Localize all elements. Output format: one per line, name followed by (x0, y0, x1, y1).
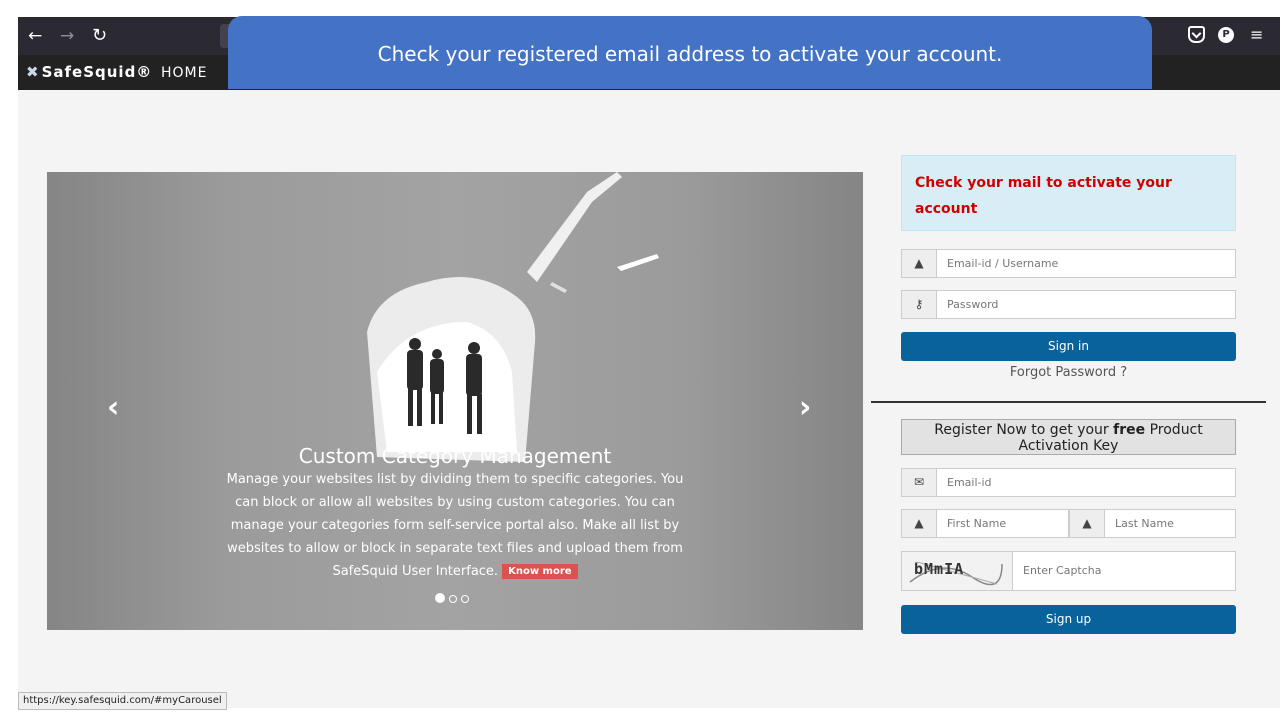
logo-text: SafeSquid® (41, 63, 153, 81)
carousel-dot-1[interactable] (435, 593, 445, 603)
captcha-text: bMmIA (914, 560, 965, 578)
forward-arrow-icon[interactable]: → (60, 26, 74, 46)
pocket-icon[interactable] (1188, 26, 1205, 43)
forgot-password-link[interactable]: Forgot Password ? (901, 365, 1236, 380)
carousel-next-icon[interactable]: › (799, 393, 811, 423)
register-heading: Register Now to get your free Product Ac… (901, 419, 1236, 455)
reload-icon[interactable]: ↻ (92, 26, 107, 46)
back-arrow-icon[interactable]: ← (28, 26, 42, 46)
signin-button[interactable]: Sign in (901, 332, 1236, 361)
password-placeholder: Password (947, 298, 999, 311)
logo-mark-icon: ✖ (26, 63, 40, 81)
user-icon: ▲ (902, 250, 937, 277)
carousel-indicators (435, 588, 473, 607)
first-name-placeholder: First Name (947, 517, 1007, 530)
key-icon: ⚷ (902, 291, 937, 318)
register-heading-bold: free (1113, 422, 1146, 438)
carousel-dot-3[interactable] (461, 595, 469, 603)
password-field[interactable]: ⚷ Password (901, 290, 1236, 319)
first-name-field[interactable]: ▲ First Name (901, 509, 1069, 538)
email-username-field[interactable]: ▲ Email-id / Username (901, 249, 1236, 278)
user-icon: ▲ (902, 510, 937, 537)
register-heading-pre: Register Now to get your (934, 422, 1114, 438)
carousel-dot-2[interactable] (449, 595, 457, 603)
nav-home-link[interactable]: HOME (161, 65, 207, 81)
captcha-image: bMmIA (902, 552, 1013, 590)
activation-alert: Check your mail to activate your account (901, 155, 1236, 231)
captcha-placeholder: Enter Captcha (1023, 564, 1102, 577)
status-bar-url: https://key.safesquid.com/#myCarousel (18, 692, 227, 710)
carousel-description: Manage your websites list by dividing th… (215, 468, 695, 583)
section-divider (871, 401, 1266, 403)
carousel-prev-icon[interactable]: ‹ (107, 393, 119, 423)
envelope-icon: ✉ (902, 469, 937, 496)
carousel-title: Custom Category Management (298, 444, 612, 468)
email-username-placeholder: Email-id / Username (947, 257, 1059, 270)
user-icon: ▲ (1070, 510, 1105, 537)
safesquid-logo[interactable]: ✖ SafeSquid® (26, 63, 152, 81)
carousel-description-text: Manage your websites list by dividing th… (226, 472, 684, 579)
activation-banner: Check your registered email address to a… (228, 16, 1152, 89)
signup-button[interactable]: Sign up (901, 605, 1236, 634)
last-name-field[interactable]: ▲ Last Name (1069, 509, 1236, 538)
captcha-field[interactable]: bMmIA Enter Captcha (901, 551, 1236, 591)
hamburger-menu-icon[interactable]: ≡ (1250, 25, 1263, 44)
profile-avatar-icon[interactable]: P (1218, 27, 1234, 43)
feature-carousel: ‹ › Custom Category Management Manage yo… (47, 172, 863, 630)
register-email-placeholder: Email-id (947, 476, 992, 489)
last-name-placeholder: Last Name (1115, 517, 1174, 530)
know-more-button[interactable]: Know more (502, 564, 578, 579)
register-email-field[interactable]: ✉ Email-id (901, 468, 1236, 497)
